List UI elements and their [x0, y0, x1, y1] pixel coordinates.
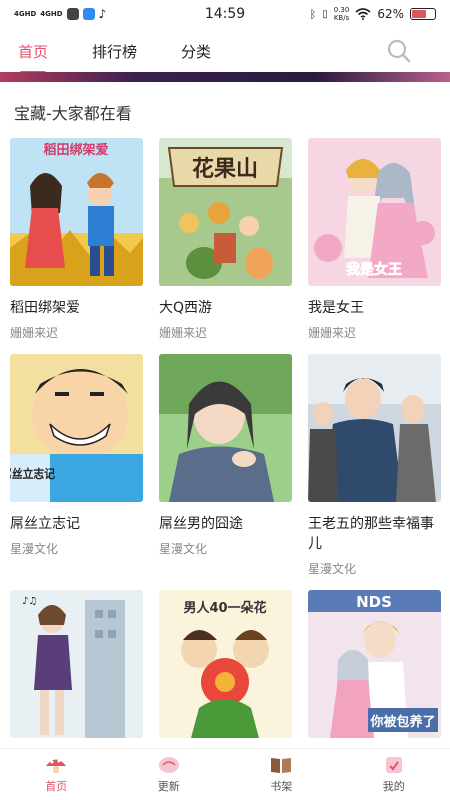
comic-title[interactable]: 大Q西游 — [159, 298, 292, 318]
cover-title-text: 男人40一朵花 — [183, 600, 266, 616]
battery-icon — [410, 8, 436, 20]
bottom-nav: 首页 更新 书架 我的 — [0, 748, 450, 800]
comic-cover[interactable]: 花果山 — [159, 138, 292, 286]
bookshelf-icon — [271, 758, 292, 773]
comic-title[interactable]: 屌丝立志记 — [10, 514, 143, 534]
bottom-nav-label: 我的 — [382, 780, 405, 793]
net-speed: 0.30 KB/s — [334, 6, 350, 22]
status-left: 4GHD 4GHD ♪ — [14, 7, 164, 21]
banner-image-strip[interactable] — [0, 72, 450, 82]
comic-cover[interactable]: ♪♫ — [10, 590, 143, 738]
mushroom-icon — [46, 759, 67, 773]
section-title: 宝藏-大家都在看 — [14, 104, 132, 123]
top-nav: 首页 排行榜 分类 — [0, 30, 450, 72]
tab-home[interactable]: 首页 — [18, 35, 48, 68]
vibrate-icon: ▯ — [322, 8, 328, 20]
comic-title[interactable]: 屌丝男的囧途 — [159, 514, 292, 534]
comic-card[interactable]: 屌丝男的囧途 星漫文化 — [159, 354, 292, 557]
comic-title[interactable]: 我是女王 — [308, 298, 441, 318]
tiktok-icon: ♪ — [98, 7, 107, 21]
wifi-icon — [355, 8, 371, 20]
comic-title[interactable]: 稻田绑架爱 — [10, 298, 143, 318]
cover-title-text: 稻田绑架爱 — [43, 142, 108, 158]
app-icon — [82, 8, 95, 20]
cover-title-text: 花果山 — [192, 156, 258, 182]
tab-ranking[interactable]: 排行榜 — [92, 35, 137, 68]
comic-cover[interactable]: 屌丝立志记 — [10, 354, 143, 502]
comic-author: 姗姗来迟 — [159, 326, 208, 340]
comic-title[interactable]: 王老五的那些幸福事儿 — [308, 514, 441, 554]
comic-author: 姗姗来迟 — [10, 326, 59, 340]
signal-indicator-2: 4GHD — [40, 9, 63, 18]
svg-text:NDS: NDS — [356, 593, 392, 611]
comic-author: 星漫文化 — [308, 562, 357, 576]
net-speed-value: 0.30 — [333, 6, 350, 14]
search-icon[interactable] — [386, 38, 412, 64]
battery-text: 62% — [377, 7, 404, 21]
bottom-nav-bookshelf[interactable]: 书架 — [225, 749, 338, 800]
cover-title-text: 屌丝立志记 — [10, 466, 56, 481]
bottom-nav-label: 书架 — [270, 780, 293, 793]
comic-cover[interactable] — [308, 354, 441, 502]
net-speed-unit: KB/s — [333, 14, 350, 22]
comic-cover[interactable] — [159, 354, 292, 502]
bottom-nav-label: 更新 — [157, 780, 180, 793]
comic-card[interactable]: 稻田绑架爱 稻田绑架爱 姗姗来迟 — [10, 138, 143, 341]
bottom-nav-home[interactable]: 首页 — [0, 749, 113, 800]
bluetooth-icon: ᛒ — [309, 7, 317, 21]
profile-icon — [385, 757, 402, 773]
signal-indicator-1: 4GHD — [14, 9, 37, 18]
comic-card[interactable]: 花果山 大Q西游 姗姗来迟 — [159, 138, 292, 341]
tab-category[interactable]: 分类 — [181, 35, 211, 68]
comic-cover[interactable]: 稻田绑架爱 — [10, 138, 143, 286]
cover-title-text: 我是女王 — [346, 261, 402, 278]
bottom-nav-update[interactable]: 更新 — [113, 749, 226, 800]
status-bar: 4GHD 4GHD ♪ 14:59 ᛒ ▯ 0.30 KB/s 62% — [0, 0, 450, 28]
comic-cover[interactable]: 我是女王 — [308, 138, 441, 286]
comic-cover[interactable]: 男人40一朵花 — [159, 590, 292, 738]
bottom-nav-label: 首页 — [45, 780, 68, 793]
update-icon — [158, 757, 179, 773]
music-note-icon: ♪♫ — [22, 596, 37, 607]
bottom-nav-profile[interactable]: 我的 — [338, 749, 450, 800]
comic-author: 星漫文化 — [159, 542, 208, 556]
comic-card[interactable]: 我是女王 我是女王 姗姗来迟 — [308, 138, 441, 341]
comic-author: 星漫文化 — [10, 542, 59, 556]
chat-icon — [66, 8, 79, 20]
cover-title-text: 你被包养了 — [369, 714, 435, 730]
comic-cover[interactable]: NDS 你被包养了 — [308, 590, 441, 738]
comic-author: 姗姗来迟 — [308, 326, 357, 340]
comic-card[interactable]: NDS 你被包养了 — [308, 590, 441, 738]
comic-card[interactable]: 男人40一朵花 — [159, 590, 292, 738]
comic-card[interactable]: 王老五的那些幸福事儿 星漫文化 — [308, 354, 441, 577]
comic-card[interactable]: 屌丝立志记 屌丝立志记 星漫文化 — [10, 354, 143, 557]
status-time: 14:59 — [204, 6, 246, 22]
status-right: ᛒ ▯ 0.30 KB/s 62% — [286, 6, 436, 22]
comic-card[interactable]: ♪♫ — [10, 590, 143, 738]
